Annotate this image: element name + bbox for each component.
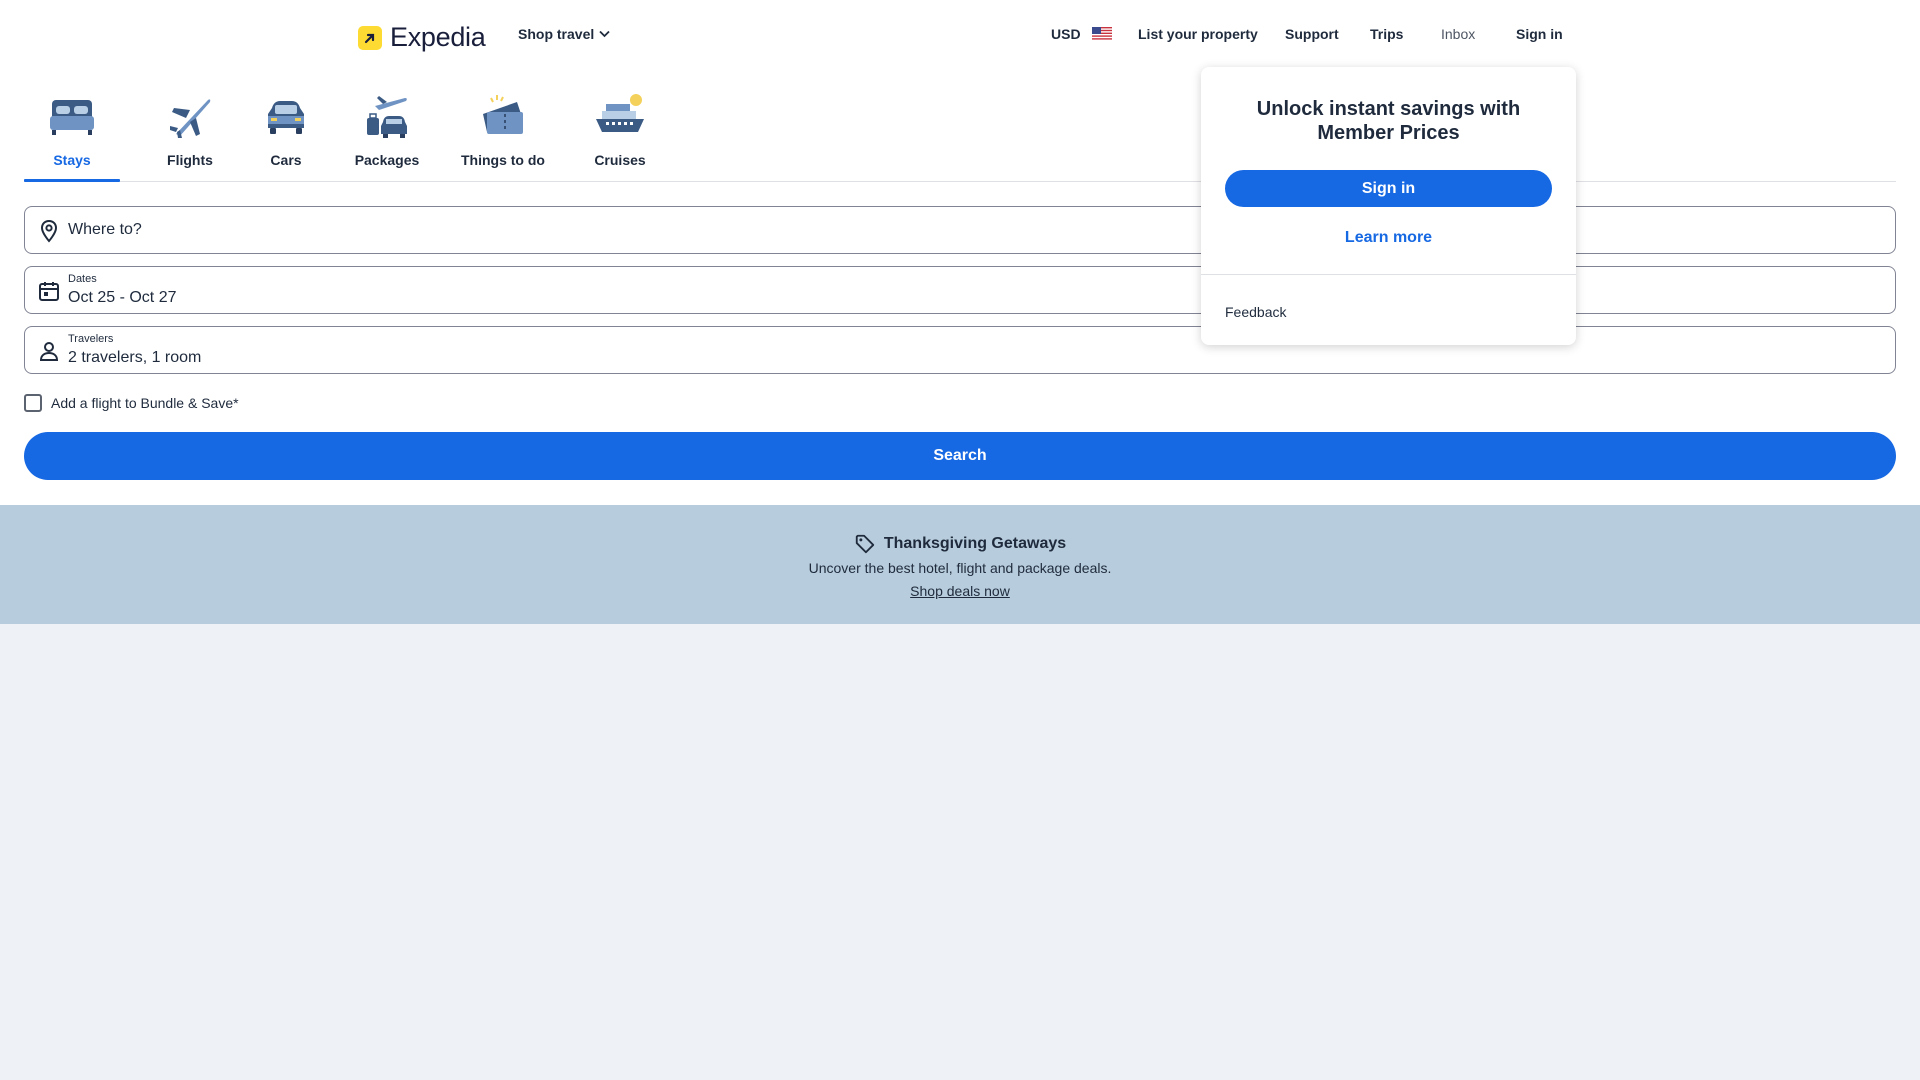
header-sign-in-link[interactable]: Sign in [1516,26,1563,42]
plane-icon [170,99,211,138]
lob-tabs: Stays Flights Cars Packages Things to do… [24,90,1896,182]
add-flight-option[interactable]: Add a flight to Bundle & Save* [24,394,239,412]
banner-title: Thanksgiving Getaways [883,535,1067,552]
us-flag-icon [1092,27,1113,40]
currency-label: USD [1051,26,1081,42]
shop-deals-link[interactable]: Shop deals now [910,583,1010,599]
tab-label: Cars [270,152,302,168]
travelers-field[interactable]: Travelers 2 travelers, 1 room [24,326,1896,374]
shop-travel-label: Shop travel [518,26,595,42]
bed-icon [50,100,94,135]
travelers-value: 2 travelers, 1 room [68,349,202,366]
tab-stays[interactable]: Stays [24,90,120,182]
destination-placeholder: Where to? [68,221,142,238]
tab-things-to-do[interactable]: Things to do [440,90,566,182]
cruise-ship-icon [596,94,644,132]
person-icon [39,342,59,361]
packages-icon [367,96,407,138]
travelers-label: Travelers [68,333,114,345]
promo-banner: Thanksgiving Getaways Uncover the best h… [0,505,1920,624]
destination-input[interactable]: Where to? [24,206,1896,254]
popover-divider [1201,274,1576,275]
tab-flights[interactable]: Flights [142,90,238,182]
popover-title: Unlock instant savings with Member Price… [1256,98,1521,144]
list-your-property-link[interactable]: List your property [1138,26,1258,42]
member-prices-popover: Unlock instant savings with Member Price… [1201,67,1576,345]
currency-selector[interactable]: USD [1051,26,1113,42]
feedback-link[interactable]: Feedback [1225,304,1286,320]
banner-link-row: Shop deals now [0,583,1920,599]
tab-cars[interactable]: Cars [238,90,334,182]
brand-name: Expedia [390,22,486,52]
ticket-icon [483,95,523,134]
map-pin-icon [40,219,58,243]
add-flight-label: Add a flight to Bundle & Save* [51,395,239,411]
tab-label: Flights [167,152,213,168]
tab-label: Packages [354,152,420,168]
tab-label: Things to do [461,152,545,168]
dates-label: Dates [68,273,97,285]
learn-more-link[interactable]: Learn more [1201,229,1576,247]
car-icon [268,101,304,134]
dates-field[interactable]: Dates Oct 25 - Oct 27 [24,266,1896,314]
inbox-link[interactable]: Inbox [1441,26,1475,42]
expedia-logo[interactable]: Expedia [358,22,486,53]
global-header: Expedia Shop travel USD List your proper… [0,0,1920,72]
tag-icon [855,534,875,554]
support-link[interactable]: Support [1285,26,1339,42]
dates-value: Oct 25 - Oct 27 [68,289,177,306]
expedia-logo-icon [358,25,382,50]
search-button[interactable]: Search [24,432,1896,480]
tab-label: Cruises [594,152,646,168]
calendar-icon [39,282,59,301]
add-flight-checkbox[interactable] [24,394,42,412]
banner-subtitle: Uncover the best hotel, flight and packa… [808,560,1112,576]
active-tab-indicator [24,179,120,182]
tab-cruises[interactable]: Cruises [572,90,668,182]
popover-sign-in-button[interactable]: Sign in [1225,170,1552,207]
chevron-down-icon [599,30,610,38]
banner-heading: Thanksgiving Getaways [0,533,1920,555]
page-background [0,624,1920,1080]
tab-packages[interactable]: Packages [334,90,440,182]
tab-label: Stays [53,152,91,168]
trips-link[interactable]: Trips [1370,26,1403,42]
shop-travel-menu[interactable]: Shop travel [518,26,610,42]
tabs-divider [24,181,1896,182]
